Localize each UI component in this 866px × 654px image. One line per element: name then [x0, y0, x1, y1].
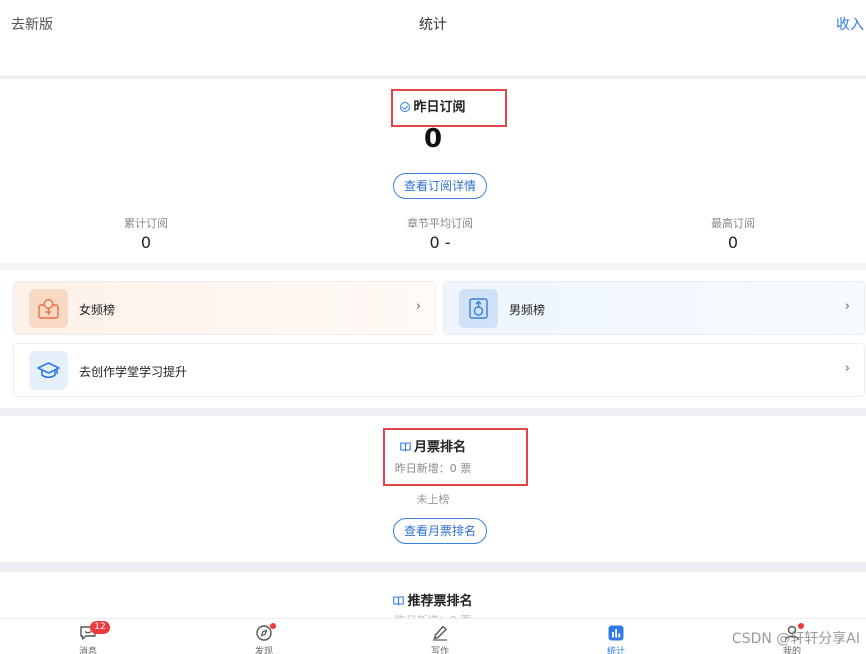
recommend-vote-title-text: 推荐票排名	[407, 594, 473, 609]
chevron-right-icon: ›	[415, 299, 421, 314]
message-count-badge: 12	[90, 621, 110, 634]
subscription-detail-button[interactable]: 查看订阅详情	[393, 173, 487, 199]
female-ranking-label: 女频榜	[79, 303, 116, 317]
tab-discover[interactable]: 发现	[234, 623, 294, 654]
divider	[0, 408, 866, 416]
female-ranking-icon	[29, 289, 68, 328]
monthly-vote-ranking-button[interactable]: 查看月票排名	[393, 518, 487, 544]
highlight-box	[391, 89, 507, 127]
tab-write[interactable]: 写作	[410, 625, 470, 654]
tab-label: 统计	[606, 647, 625, 654]
highlight-box	[383, 428, 528, 486]
male-ranking-icon	[459, 289, 498, 328]
monthly-vote-status: 未上榜	[416, 493, 450, 506]
page-title: 统计	[419, 17, 447, 33]
tab-label: 写作	[430, 647, 449, 654]
stat-value: 0 -	[429, 233, 451, 252]
tab-statistics[interactable]: 统计	[586, 625, 646, 654]
book-open-icon	[393, 596, 405, 606]
notification-dot	[270, 623, 276, 629]
stat-label: 章节平均订阅	[407, 217, 473, 230]
income-link[interactable]: 收入	[836, 14, 864, 34]
stat-label: 累计订阅	[124, 217, 168, 230]
header-spacer	[0, 47, 866, 77]
recommend-vote-title: 推荐票排名	[0, 590, 866, 609]
stat-value: 0	[140, 233, 152, 252]
stat-total-subscriptions: 累计订阅 0	[66, 215, 226, 252]
divider	[0, 562, 866, 572]
chevron-right-icon: ›	[844, 361, 850, 376]
female-ranking-entry[interactable]: 女频榜 ›	[13, 281, 436, 335]
pen-icon	[433, 625, 447, 641]
stat-label: 最高订阅	[711, 217, 755, 230]
stat-max-subscriptions: 最高订阅 0	[653, 215, 813, 252]
tab-label: 发现	[254, 647, 273, 654]
academy-entry[interactable]: 去创作学堂学习提升 ›	[13, 343, 865, 397]
tab-label: 我的	[782, 647, 801, 654]
subscription-value: 0	[423, 124, 443, 154]
male-ranking-entry[interactable]: 男频榜 ›	[443, 281, 865, 335]
male-ranking-label: 男频榜	[509, 303, 546, 317]
stat-avg-chapter-subscriptions: 章节平均订阅 0 -	[360, 215, 520, 252]
tab-label: 消息	[78, 647, 97, 654]
stat-value: 0	[727, 233, 739, 252]
academy-icon	[29, 351, 68, 390]
tab-messages[interactable]: 12 消息	[58, 621, 118, 654]
bar-chart-icon	[608, 625, 624, 641]
watermark: CSDN @轩轩分享AI	[731, 631, 860, 647]
academy-label: 去创作学堂学习提升	[79, 365, 188, 379]
top-bar: 去新版 统计 收入	[0, 0, 866, 47]
chevron-right-icon: ›	[844, 299, 850, 314]
